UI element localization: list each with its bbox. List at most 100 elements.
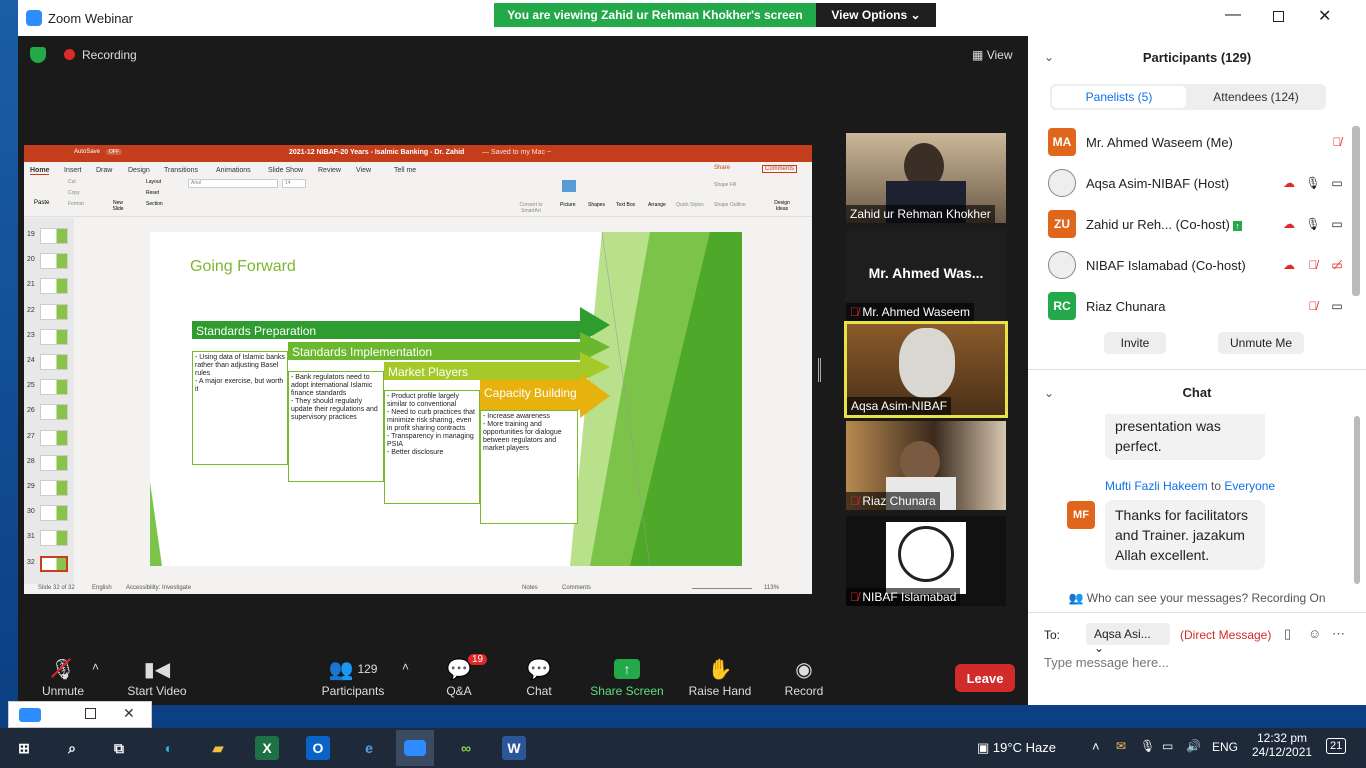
unmute-me-button[interactable]: Unmute Me [1218,332,1304,354]
zoom-slider[interactable] [692,588,752,589]
close-button[interactable]: ✕ [1318,6,1331,26]
camera-off-icon[interactable]: ▭̸ [1326,258,1348,272]
slide-thumbnail[interactable] [40,530,68,547]
tray-chevron-icon[interactable]: ˄ [1092,739,1100,754]
slide-thumbnail[interactable] [40,404,68,421]
chat-button[interactable]: 💬 Chat [494,654,584,699]
network-icon[interactable]: ▭ [1162,739,1173,753]
muted-mic-icon[interactable]: 🎙̸ [1326,135,1348,149]
invite-button[interactable]: Invite [1104,332,1166,354]
weather-widget[interactable]: ▣ 19°C Haze [977,740,1056,756]
close-button[interactable]: ✕ [123,705,135,722]
ppt-comments-button[interactable]: Comments [762,165,798,173]
start-video-button[interactable]: ▮◀ Start Video [112,654,202,699]
zoom-logo-icon[interactable] [19,708,41,722]
slide-thumbnail[interactable] [40,480,68,496]
camera-icon[interactable]: ▭ [1326,299,1348,313]
ribbon-tab-design[interactable]: Design [128,167,150,174]
link-icon[interactable]: ∞ [452,734,480,762]
slide-thumbnail[interactable] [40,429,68,446]
chevron-up-icon[interactable]: ˄ [92,660,99,674]
slide-thumbnail[interactable] [40,253,68,270]
participant-row[interactable]: ZU Zahid ur Reh... (Co-host) ↑ ☁ 🎙 ▭ [1048,206,1348,242]
ppt-share-button[interactable]: Share [714,165,730,171]
tab-panelists[interactable]: Panelists (5) [1052,86,1186,108]
status-comments-button[interactable]: Comments [562,585,591,591]
raise-hand-button[interactable]: ✋ Raise Hand [675,654,765,699]
recording-label[interactable]: Recording [82,48,137,62]
leave-button[interactable]: Leave [955,664,1015,692]
accessibility-status[interactable]: Accessibility: Investigate [126,585,191,591]
zoom-taskbar-icon[interactable] [396,730,434,766]
shape-fill-button[interactable]: Shape Fill [714,182,736,188]
slide-thumbnail[interactable] [40,228,68,244]
slide-thumbnail[interactable] [40,278,68,295]
slide-thumbnail[interactable] [40,303,68,320]
language-status[interactable]: English [92,585,112,591]
chat-notice[interactable]: 👥 Who can see your messages? Recording O… [1028,591,1366,605]
format-painter-button[interactable]: Format [68,201,84,207]
shape-outline-button[interactable]: Shape Outline [714,202,746,208]
quick-styles-button[interactable]: Quick Styles [676,202,704,208]
picture-icon[interactable] [562,180,576,192]
ribbon-tab-transitions[interactable]: Transitions [164,167,198,174]
ribbon-tab-review[interactable]: Review [318,167,341,174]
outlook-icon[interactable]: O [306,736,330,760]
tab-attendees[interactable]: Attendees (124) [1188,86,1324,108]
reset-button[interactable]: Reset [146,190,159,196]
excel-icon[interactable]: X [255,736,279,760]
maximize-button[interactable] [85,708,96,719]
arrange-button[interactable]: Arrange [648,202,666,208]
share-screen-button[interactable]: ↑ Share Screen [582,654,672,698]
participant-row[interactable]: RC Riaz Chunara 🎙̸ ▭ [1048,288,1348,324]
font-size-select[interactable]: 14 [282,179,306,188]
copy-button[interactable]: Copy [68,190,80,196]
clock[interactable]: 12:32 pm 24/12/2021 [1252,731,1312,759]
maximize-button[interactable] [1273,11,1284,22]
minimize-button[interactable]: — [1225,6,1241,24]
file-icon[interactable]: ▯ [1284,626,1291,642]
slide-thumbnail[interactable] [40,354,68,370]
slide-thumbnail[interactable] [40,505,68,522]
textbox-button[interactable]: Text Box [616,202,635,208]
chat-recipient-select[interactable]: Aqsa Asi... ⌄ [1086,623,1170,655]
mic-tray-icon[interactable]: 🎙 [1140,739,1155,753]
emoji-icon[interactable]: ☺ [1308,626,1321,641]
windows-start-icon[interactable]: ⊞ [10,734,38,762]
layout-button[interactable]: Layout [146,179,161,185]
paste-button[interactable]: Paste [34,200,49,206]
section-button[interactable]: Section [146,201,163,207]
more-icon[interactable]: ⋯ [1332,626,1345,642]
notification-center[interactable]: 21 [1326,738,1347,754]
slide-thumbnail[interactable] [40,328,68,345]
autosave-toggle[interactable]: OFF [106,149,122,155]
slide-thumbnail[interactable] [40,454,68,471]
ribbon-tab-tellme[interactable]: Tell me [394,167,416,174]
design-ideas-button[interactable]: Design Ideas [772,200,792,212]
participant-row[interactable]: NIBAF Islamabad (Co-host) ☁ 🎙̸ ▭̸ [1048,247,1348,283]
word-icon[interactable]: W [502,736,526,760]
resize-handle[interactable] [818,358,821,382]
internet-explorer-icon[interactable]: e [355,734,383,762]
participants-scrollbar[interactable] [1352,126,1360,296]
view-button[interactable]: ▦ View [972,48,1012,62]
new-slide-button[interactable]: New Slide [108,200,128,212]
record-button[interactable]: ◉ Record [759,654,849,699]
ribbon-tab-home[interactable]: Home [30,167,50,175]
camera-icon[interactable]: ▭ [1326,217,1348,231]
participant-row[interactable]: Aqsa Asim-NIBAF (Host) ☁ 🎙 ▭ [1048,165,1348,201]
search-icon[interactable]: ⌕ [58,734,86,762]
language-indicator[interactable]: ENG [1212,740,1238,754]
ribbon-tab-slideshow[interactable]: Slide Show [268,167,303,174]
ribbon-tab-insert[interactable]: Insert [64,167,82,174]
ribbon-tab-animations[interactable]: Animations [216,167,251,174]
shield-icon[interactable] [30,47,46,63]
video-tile-nibaf[interactable]: 🎙̸ NIBAF Islamabad [846,516,1006,606]
video-tile-aqsa[interactable]: Aqsa Asim-NIBAF [844,321,1008,418]
ribbon-tab-draw[interactable]: Draw [96,167,112,174]
convert-smartart-button[interactable]: Convert to SmartArt [516,202,546,214]
chat-sender[interactable]: Mufti Fazli Hakeem [1105,479,1208,493]
shapes-button[interactable]: Shapes [588,202,605,208]
mic-icon[interactable]: 🎙 [1302,217,1324,231]
video-tile-riaz[interactable]: 🎙̸ Riaz Chunara [846,421,1006,510]
